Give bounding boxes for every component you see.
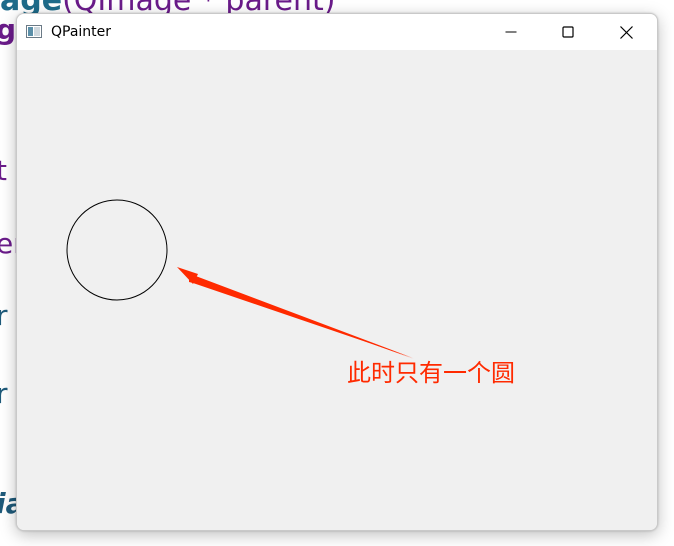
title-bar[interactable]: QPainter <box>17 14 657 50</box>
close-icon <box>619 25 633 39</box>
maximize-button[interactable] <box>545 14 591 50</box>
qpainter-window: QPainter <box>16 13 658 531</box>
annotation-arrow <box>189 272 413 358</box>
maximize-icon <box>562 26 574 38</box>
minimize-button[interactable] <box>488 14 534 50</box>
window-title: QPainter <box>51 24 112 40</box>
close-button[interactable] <box>603 14 649 50</box>
annotation-label: 此时只有一个圆 <box>347 359 515 387</box>
canvas-drawing <box>66 199 414 359</box>
minimize-icon <box>505 31 517 33</box>
app-window-icon <box>26 25 42 38</box>
paint-canvas <box>17 50 657 530</box>
drawn-circle <box>66 199 168 301</box>
